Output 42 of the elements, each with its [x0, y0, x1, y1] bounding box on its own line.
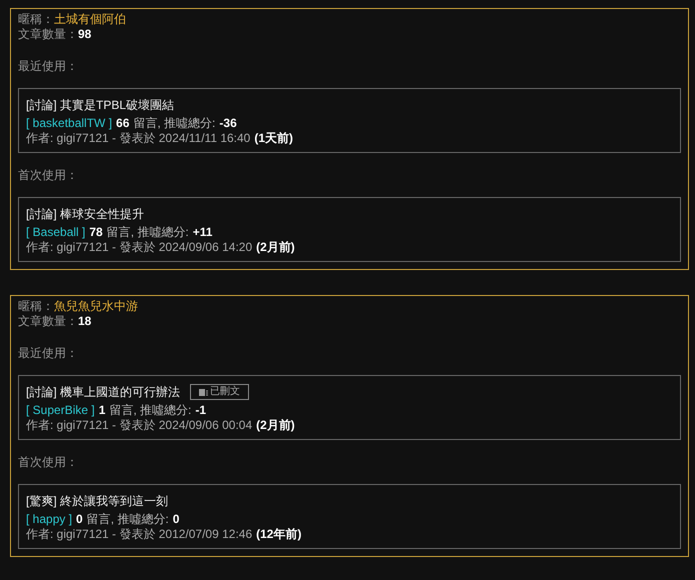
board-name[interactable]: [ Baseball ]	[26, 225, 86, 240]
nickname-label: 暱稱：	[18, 299, 54, 314]
comment-label: 留言, 推噓總分:	[109, 403, 192, 418]
post-age: (2月前)	[256, 418, 295, 433]
document-icon	[199, 388, 208, 396]
comment-count: 1	[98, 403, 106, 418]
score: 0	[172, 512, 180, 527]
board-name[interactable]: [ SuperBike ]	[26, 403, 95, 418]
nickname-label: 暱稱：	[18, 12, 54, 27]
nickname: 土城有個阿伯	[54, 12, 126, 27]
author-line: 作者: gigi77121 - 發表於 2024/09/06 14:20	[26, 240, 252, 255]
comment-label: 留言, 推噓總分:	[86, 512, 169, 527]
board-name[interactable]: [ basketballTW ]	[26, 116, 112, 131]
author-line: 作者: gigi77121 - 發表於 2024/11/11 16:40	[26, 131, 250, 146]
section-label: 最近使用：	[18, 346, 79, 361]
nickname: 魚兒魚兒水中游	[54, 299, 138, 314]
comment-label: 留言, 推噓總分:	[133, 116, 216, 131]
post-count: 18	[78, 314, 92, 329]
score: -1	[195, 403, 206, 418]
comment-label: 留言, 推噓總分:	[106, 225, 189, 240]
section-label: 首次使用：	[18, 168, 79, 183]
badge-label: 已刪文	[210, 386, 240, 398]
post-count-label: 文章數量：	[18, 27, 78, 42]
post-age: (1天前)	[254, 131, 294, 146]
post-title[interactable]: [驚爽] 終於讓我等到這一刻	[26, 493, 168, 509]
section-label: 最近使用：	[18, 59, 79, 74]
author-line: 作者: gigi77121 - 發表於 2012/07/09 12:46	[26, 527, 252, 542]
post-count: 98	[78, 27, 92, 42]
post-title[interactable]: [討論] 棒球安全性提升	[26, 206, 144, 222]
post-title[interactable]: [討論] 其實是TPBL破壞團結	[26, 97, 174, 113]
post-title[interactable]: [討論] 機車上國道的可行辦法	[26, 384, 180, 400]
score: +11	[192, 225, 212, 240]
comment-count: 0	[76, 512, 83, 527]
comment-count: 78	[89, 225, 103, 240]
score: -36	[219, 116, 237, 131]
section-label: 首次使用：	[18, 455, 79, 470]
author-line: 作者: gigi77121 - 發表於 2024/09/06 00:04	[26, 418, 252, 433]
post-count-label: 文章數量：	[18, 314, 78, 329]
post-age: (2月前)	[256, 240, 295, 255]
comment-count: 66	[116, 116, 130, 131]
post-age: (12年前)	[256, 527, 302, 542]
board-name[interactable]: [ happy ]	[26, 512, 72, 527]
